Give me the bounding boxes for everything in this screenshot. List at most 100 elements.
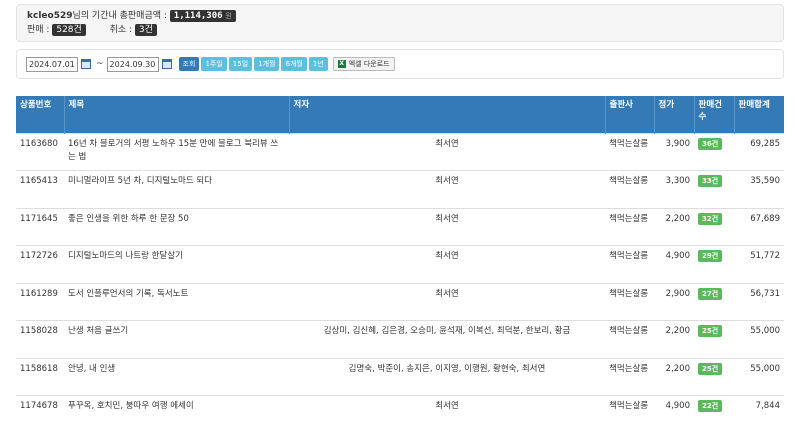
cell-price: 2,900 [654, 282, 694, 321]
table-header-row: 상품번호 제목 저자 출판사 정가 판매건수 판매합계 [16, 96, 784, 133]
cell-publisher: 책먹는살롱 [605, 395, 654, 433]
cell-title: 안녕, 내 인생 [64, 357, 289, 396]
start-date-input[interactable] [26, 56, 78, 72]
cell-price: 3,300 [654, 170, 694, 208]
cell-sales-total: 67,689 [734, 207, 784, 246]
summary-line-total: kcleo529님의 기간내 총판매금액 : 1,114,306 원 [27, 9, 773, 23]
cell-price: 2,200 [654, 320, 694, 358]
header-price[interactable]: 정가 [654, 96, 695, 133]
table-row[interactable]: 1174678 푸꾸옥, 호치민, 붕따우 여행 에세이 최서연 책먹는살롱 4,900… [16, 395, 784, 433]
range-1-year-button[interactable]: 1년 [308, 57, 328, 71]
cell-sales-total: 56,731 [734, 282, 784, 321]
cell-author: 최서연 [289, 245, 605, 283]
table-row[interactable]: 1172726 디지털노마드의 나트랑 한달살기 최서연 책먹는살롱 4,900 29건 5… [16, 245, 784, 283]
sales-count-badge: 32건 [698, 212, 723, 225]
total-amount: 1,114,306 [173, 11, 223, 21]
total-amount-badge: 1,114,306 원 [169, 10, 236, 22]
cell-title: 미니멀라이프 5년 차, 디지털노마드 되다 [64, 170, 289, 208]
user-id: kcleo529 [27, 11, 73, 21]
range-1-week-button[interactable]: 1주일 [201, 57, 227, 71]
excel-download-button[interactable]: X 엑셀 다운로드 [332, 57, 395, 71]
table-row[interactable]: 1161289 도서 인플루언서의 기록, 독서노트 최서연 책먹는살롱 2,900 27… [16, 282, 784, 321]
cell-sales-count: 25건 [694, 320, 734, 358]
summary-line-counts: 판매 : 528건 취소 : 3건 [27, 23, 773, 37]
cell-product-id: 1171645 [16, 207, 64, 246]
cell-price: 3,900 [654, 132, 694, 171]
cell-product-id: 1172726 [16, 245, 64, 283]
calendar-icon[interactable] [81, 59, 91, 69]
cell-sales-total: 69,285 [734, 132, 784, 171]
cell-sales-count: 32건 [694, 207, 734, 246]
excel-download-label: 엑셀 다운로드 [348, 60, 390, 68]
cell-author: 김명숙, 박준이, 송지은, 이지영, 이행원, 황현숙, 최서연 [289, 357, 605, 396]
sales-table: 상품번호 제목 저자 출판사 정가 판매건수 판매합계 1163680 16년 차… [16, 96, 784, 433]
cell-author: 최서연 [289, 207, 605, 246]
header-product-id[interactable]: 상품번호 [16, 96, 65, 133]
excel-icon: X [337, 60, 346, 68]
cell-author: 최서연 [289, 282, 605, 321]
cell-product-id: 1174678 [16, 395, 64, 433]
range-6-months-button[interactable]: 6개월 [281, 57, 307, 71]
sales-label: 판매 : [27, 25, 50, 35]
header-author[interactable]: 저자 [289, 96, 606, 133]
cell-sales-count: 27건 [694, 282, 734, 321]
sales-count-badge: 528건 [52, 24, 86, 36]
period-total-label: 님의 기간내 총판매금액 : [72, 11, 167, 21]
cancel-label: 취소 : [109, 25, 133, 35]
cell-publisher: 책먹는살롱 [605, 245, 654, 283]
cell-price: 4,900 [654, 245, 694, 283]
cell-publisher: 책먹는살롱 [605, 170, 654, 208]
table-row[interactable]: 1158028 난생 처음 글쓰기 김상미, 김신혜, 김은경, 오승미, 윤석재,… [16, 320, 784, 358]
cell-author: 최서연 [289, 395, 605, 433]
cell-publisher: 책먹는살롱 [605, 207, 654, 246]
sales-count-badge: 36건 [698, 137, 723, 150]
calendar-icon[interactable] [161, 59, 172, 69]
search-button[interactable]: 조회 [178, 57, 200, 71]
range-15-days-button[interactable]: 15일 [228, 57, 253, 71]
cell-title: 16년 차 블로거의 서평 노하우 15분 만에 블로그 북리뷰 쓰는 법 [64, 132, 289, 171]
sales-count-badge: 25건 [698, 362, 723, 375]
sales-count-badge: 27건 [698, 287, 723, 300]
cell-publisher: 책먹는살롱 [605, 282, 654, 321]
cell-publisher: 책먹는살롱 [605, 132, 654, 171]
cell-sales-count: 25건 [694, 357, 734, 396]
sales-count-badge: 25건 [698, 325, 723, 337]
cell-price: 2,200 [654, 357, 694, 396]
cell-title: 좋은 인생을 위한 하루 한 문장 50 [64, 207, 289, 246]
table-row[interactable]: 1158618 안녕, 내 인생 김명숙, 박준이, 송지은, 이지영, 이행원, … [16, 357, 784, 396]
header-publisher[interactable]: 출판사 [605, 96, 655, 133]
date-filter-bar: ~ 조회 1주일 15일 1개월 6개월 1년 X 엑셀 다운로드 [16, 49, 784, 79]
cell-sales-count: 33건 [694, 170, 734, 208]
cell-title: 난생 처음 글쓰기 [64, 320, 289, 358]
cell-sales-count: 29건 [694, 245, 734, 283]
table-row[interactable]: 1171645 좋은 인생을 위한 하루 한 문장 50 최서연 책먹는살롱 2,200… [16, 207, 784, 246]
cancel-count-badge: 3건 [134, 24, 157, 36]
cell-sales-total: 51,772 [734, 245, 784, 283]
end-date-input[interactable] [106, 56, 159, 72]
sales-count-badge: 33건 [698, 175, 723, 187]
sales-count-badge: 22건 [698, 400, 723, 412]
sales-count-badge: 29건 [698, 250, 723, 262]
cell-sales-total: 55,000 [734, 357, 784, 396]
range-1-month-button[interactable]: 1개월 [254, 57, 280, 71]
sales-summary-panel: kcleo529님의 기간내 총판매금액 : 1,114,306 원 판매 : … [16, 4, 784, 42]
table-row[interactable]: 1165413 미니멀라이프 5년 차, 디지털노마드 되다 최서연 책먹는살롱 3,3… [16, 170, 784, 208]
cell-price: 4,900 [654, 395, 694, 433]
cell-sales-total: 35,590 [734, 170, 784, 208]
cell-sales-total: 7,844 [734, 395, 784, 433]
cell-product-id: 1163680 [16, 132, 64, 171]
cell-product-id: 1158618 [16, 357, 64, 396]
cell-sales-count: 22건 [694, 395, 734, 433]
table-row[interactable]: 1163680 16년 차 블로거의 서평 노하우 15분 만에 블로그 북리뷰 … [16, 132, 784, 171]
cell-publisher: 책먹는살롱 [605, 357, 654, 396]
cell-product-id: 1158028 [16, 320, 64, 358]
header-sales-total[interactable]: 판매합계 [734, 96, 784, 133]
cell-price: 2,200 [654, 207, 694, 246]
cell-author: 김상미, 김신혜, 김은경, 오승미, 윤석재, 이복선, 최덕분, 한보리, … [289, 320, 605, 358]
header-title[interactable]: 제목 [64, 96, 290, 133]
cell-sales-total: 55,000 [734, 320, 784, 358]
cell-sales-count: 36건 [694, 132, 734, 171]
header-sales-count[interactable]: 판매건수 [694, 96, 735, 133]
total-unit: 원 [225, 12, 232, 20]
cell-title: 디지털노마드의 나트랑 한달살기 [64, 245, 289, 283]
